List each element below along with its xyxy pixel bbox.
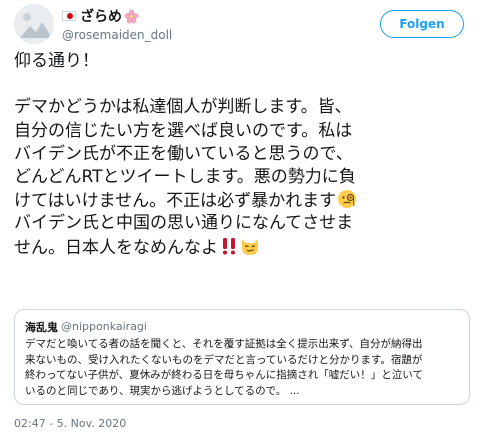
author-handle[interactable]: @rosemaiden_doll	[62, 28, 172, 42]
quoted-tweet[interactable]: 海乱鬼 @nipponkairagi デマだと喚いてる者の話を聞くと、それを覆す…	[14, 309, 470, 405]
quoted-line-4: いるのと同じであり、現実から逃げようとしてるので。 ...	[25, 384, 300, 397]
tweet-line-6-wrap: けてはいけません。不正は必ず暴かれます	[14, 189, 470, 212]
tweet-line-2: デマかどうかは私達個人が判断します。皆、	[14, 97, 352, 118]
cherry-blossom-icon	[124, 9, 139, 24]
tweet-text: 仰る通り！ デマかどうかは私達個人が判断します。皆、 自分の信じたい方を選べば良…	[14, 50, 470, 259]
follow-button[interactable]: Folgen	[380, 10, 464, 38]
tweet-timestamp[interactable]: 02:47 - 5. Nov. 2020	[14, 417, 126, 430]
tweet-line-6: けてはいけません。不正は必ず暴かれます	[14, 191, 337, 212]
quoted-line-1: デマだと喚いてる者の話を聞くと、それを覆す証拠は全く提示出来ず、自分が納得出	[25, 338, 423, 350]
quoted-author-handle: @nipponkairagi	[61, 320, 147, 333]
smirking-cat-icon	[240, 236, 260, 256]
quoted-author-name: 海乱鬼	[25, 320, 58, 334]
monocle-face-icon	[337, 189, 357, 209]
avatar[interactable]	[14, 4, 54, 44]
avatar-image	[14, 4, 54, 44]
double-exclamation-icon	[219, 236, 239, 256]
tweet-line-8: せん。日本人をなめんなよ	[14, 237, 218, 258]
tweet: ざらめ @rosemaiden_doll Folgen 仰る通り！ デマかどうか…	[0, 0, 480, 436]
quoted-line-3: 終わってない子供が、夏休みが終わる日を母ちゃんに指摘され「嘘だい！」と泣いて	[25, 369, 423, 382]
tweet-line-3: 自分の信じたい方を選べば良いのです。私は	[14, 120, 353, 141]
author-names: ざらめ @rosemaiden_doll	[62, 7, 172, 42]
tweet-line-5: どんどんRTとツイートします。悪の勢力に負	[14, 166, 356, 187]
quoted-tweet-header: 海乱鬼 @nipponkairagi	[25, 319, 459, 334]
tweet-line-8-wrap: せん。日本人をなめんなよ	[14, 236, 470, 259]
tweet-line-7: バイデン氏と中国の思い通りになんてさせま	[14, 213, 354, 234]
tweet-header: ざらめ @rosemaiden_doll Folgen	[14, 4, 474, 44]
display-name-row[interactable]: ざらめ	[62, 7, 172, 25]
display-name[interactable]: ざらめ	[80, 6, 122, 26]
quoted-tweet-text: デマだと喚いてる者の話を聞くと、それを覆す証拠は全く提示出来ず、自分が納得出 来…	[25, 337, 459, 399]
tweet-line-1: 仰る通り！	[14, 51, 99, 71]
quoted-line-2: 来ないもの、受け入れたくないものをデマだと言っているだけと分かります。宿題が	[25, 353, 423, 366]
tweet-line-4: バイデン氏が不正を働いていると思うので、	[14, 143, 353, 164]
japan-flag-icon	[62, 11, 76, 21]
